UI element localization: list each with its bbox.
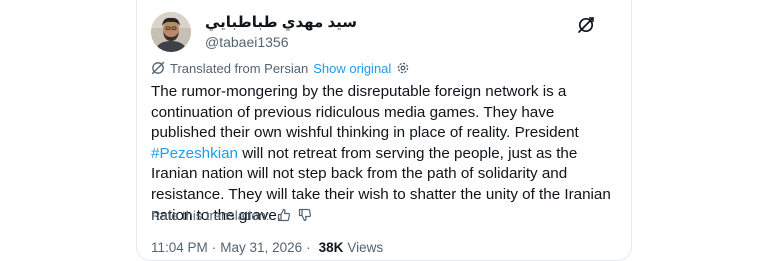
settings-gear-icon[interactable]	[396, 61, 410, 75]
tweet-text-before: The rumor-mongering by the disreputable …	[151, 83, 579, 142]
thumbs-down-icon[interactable]	[298, 208, 312, 222]
views-count: 38K	[318, 239, 344, 255]
author-names: سید مهدي طباطبايي @tabaei1356	[205, 14, 357, 51]
author-display-name[interactable]: سید مهدي طباطبايي	[205, 14, 357, 32]
views-label: Views	[347, 239, 384, 255]
tweet-date[interactable]: May 31, 2026	[220, 240, 302, 255]
thumbs-up-icon[interactable]	[277, 208, 291, 222]
translation-label: Translated from Persian	[170, 60, 309, 76]
avatar[interactable]	[151, 12, 191, 52]
rate-translation: Rate this translation:	[151, 207, 312, 223]
tweet-time[interactable]: 11:04 PM	[151, 240, 208, 255]
translate-icon	[151, 61, 165, 75]
hashtag-link[interactable]: #Pezeshkian	[151, 145, 238, 162]
avatar-image	[151, 12, 191, 52]
show-original-link[interactable]: Show original	[313, 61, 391, 76]
meta-separator: ·	[306, 239, 311, 255]
meta-separator: ·	[211, 239, 217, 255]
rate-label: Rate this translation:	[151, 207, 270, 223]
author-handle[interactable]: @tabaei1356	[205, 33, 357, 51]
x-logo-icon[interactable]	[577, 16, 595, 34]
tweet-header: سید مهدي طباطبايي @tabaei1356	[151, 12, 617, 52]
tweet-meta: 11:04 PM · May 31, 2026 · 38K Views	[151, 238, 383, 256]
tweet-text: The rumor-mongering by the disreputable …	[151, 82, 613, 226]
tweet-card: سید مهدي طباطبايي @tabaei1356 Translated…	[136, 0, 632, 261]
translation-notice: Translated from Persian Show original	[151, 60, 410, 76]
